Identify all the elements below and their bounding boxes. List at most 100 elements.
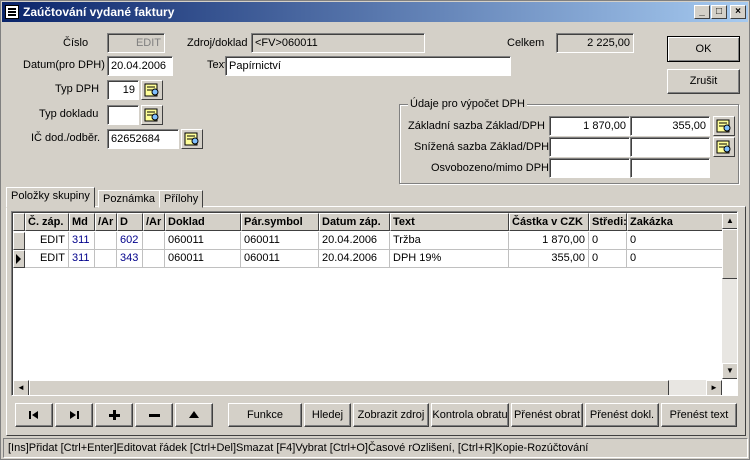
row-indicator <box>13 232 25 250</box>
tab-polozky[interactable]: Položky skupiny <box>6 187 95 208</box>
tab-poznamka-label: Poznámka <box>103 193 155 205</box>
cancel-button[interactable]: Zrušit <box>667 69 740 94</box>
osvobozeno-zaklad-field[interactable] <box>549 158 630 178</box>
first-record-button[interactable] <box>15 403 53 427</box>
snizena-calc-button[interactable] <box>713 137 735 157</box>
celkem-field: 2 225,00 <box>556 33 634 53</box>
funkce-button[interactable]: Funkce <box>228 403 302 427</box>
lookup-icon <box>716 119 731 133</box>
zobrazit-zdroj-button[interactable]: Zobrazit zdroj <box>353 403 429 427</box>
cell-czap: EDIT <box>25 250 69 268</box>
typ-dph-picker-button[interactable] <box>141 80 163 100</box>
cell-doklad: 060011 <box>165 232 241 250</box>
zakladni-calc-button[interactable] <box>713 116 735 136</box>
ic-field[interactable]: 62652684 <box>107 129 179 149</box>
add-row-button[interactable] <box>95 403 133 427</box>
cislo-field[interactable]: EDIT <box>107 33 165 53</box>
cell-ar1 <box>95 250 117 268</box>
cell-md: 311 <box>69 232 95 250</box>
vertical-scroll-thumb[interactable] <box>722 229 737 279</box>
cell-stredisko: 0 <box>589 232 627 250</box>
main-window: Zaúčtování vydané faktury _ □ × Číslo ED… <box>0 0 750 460</box>
snizena-dph-field[interactable] <box>630 137 710 157</box>
typ-dph-label: Typ DPH <box>55 83 100 95</box>
cell-datum: 20.04.2006 <box>319 250 390 268</box>
funkce-label: Funkce <box>246 409 284 421</box>
cell-d: 602 <box>117 232 143 250</box>
datum-field[interactable]: 20.04.2006 <box>107 56 173 76</box>
scroll-right-button[interactable]: ► <box>706 380 722 395</box>
typ-dokladu-label: Typ dokladu <box>39 108 99 120</box>
row-indicator-header <box>13 213 25 231</box>
title-bar: Zaúčtování vydané faktury _ □ × <box>2 2 748 22</box>
typ-dokladu-field[interactable] <box>107 105 139 125</box>
prenest-text-button[interactable]: Přenést text <box>661 403 737 427</box>
col-castka[interactable]: Částka v CZK <box>509 213 589 231</box>
hledej-button[interactable]: Hledej <box>304 403 351 427</box>
col-doklad[interactable]: Doklad <box>165 213 241 231</box>
ok-button[interactable]: OK <box>667 36 740 62</box>
scroll-down-button[interactable]: ▼ <box>722 363 737 379</box>
table-row[interactable]: EDIT 311 343 060011 060011 20.04.2006 DP… <box>13 250 723 268</box>
tab-poznamka[interactable]: Poznámka <box>98 190 160 208</box>
prenest-dokl-button[interactable]: Přenést dokl. <box>585 403 659 427</box>
hledej-label: Hledej <box>311 409 344 421</box>
text-field[interactable]: Papírnictví <box>225 56 511 76</box>
osvobozeno-dph-field[interactable] <box>630 158 710 178</box>
cell-doklad: 060011 <box>165 250 241 268</box>
cell-text: DPH 19% <box>390 250 509 268</box>
col-ar1[interactable]: /Ar <box>95 213 117 231</box>
kontrola-obratu-button[interactable]: Kontrola obratu <box>431 403 509 427</box>
zakladni-zaklad-field[interactable]: 1 870,00 <box>549 116 630 136</box>
horizontal-scrollbar[interactable]: ◄ ► <box>13 380 722 395</box>
kontrola-obratu-label: Kontrola obratu <box>432 409 508 421</box>
current-row-indicator <box>13 250 25 268</box>
move-up-button[interactable] <box>175 403 213 427</box>
window-title: Zaúčtování vydané faktury <box>23 5 175 19</box>
prenest-text-label: Přenést text <box>669 409 729 421</box>
typ-dph-field[interactable]: 19 <box>107 80 139 100</box>
dph-group-title: Údaje pro výpočet DPH <box>408 98 527 110</box>
col-stredisko[interactable]: Středi: <box>589 213 627 231</box>
typ-dokladu-picker-button[interactable] <box>141 105 163 125</box>
lookup-icon <box>144 83 159 97</box>
status-bar: [Ins]Přidat [Ctrl+Enter]Editovat řádek [… <box>3 438 748 458</box>
ic-picker-button[interactable] <box>181 129 203 149</box>
scroll-left-button[interactable]: ◄ <box>13 380 29 395</box>
close-button[interactable]: × <box>730 5 746 19</box>
cell-par-symbol: 060011 <box>241 250 319 268</box>
cell-stredisko: 0 <box>589 250 627 268</box>
tab-prilohy-label: Přílohy <box>164 193 199 205</box>
entries-grid[interactable]: Č. záp. Md /Ar D /Ar Doklad Pár.symbol D… <box>11 211 738 396</box>
cell-zakazka: 0 <box>627 250 723 268</box>
col-d[interactable]: D <box>117 213 143 231</box>
maximize-button[interactable]: □ <box>711 5 727 19</box>
zakladni-label: Základní sazba Základ/DPH <box>408 120 545 132</box>
col-par-symbol[interactable]: Pár.symbol <box>241 213 319 231</box>
horizontal-scroll-thumb[interactable] <box>29 380 669 395</box>
col-ar2[interactable]: /Ar <box>143 213 165 231</box>
zdroj-field[interactable]: <FV>060011 <box>251 33 425 53</box>
grid-header: Č. záp. Md /Ar D /Ar Doklad Pár.symbol D… <box>13 213 723 231</box>
minimize-button[interactable]: _ <box>694 5 710 19</box>
cell-ar2 <box>143 232 165 250</box>
last-record-button[interactable] <box>55 403 93 427</box>
vertical-scrollbar[interactable]: ▲ ▼ <box>722 213 737 379</box>
col-zakazka[interactable]: Zakázka <box>627 213 723 231</box>
app-icon <box>5 5 19 19</box>
snizena-zaklad-field[interactable] <box>549 137 630 157</box>
zakladni-dph-field[interactable]: 355,00 <box>630 116 710 136</box>
cell-castka: 1 870,00 <box>509 232 589 250</box>
prenest-obrat-button[interactable]: Přenést obrat <box>511 403 583 427</box>
delete-row-button[interactable] <box>135 403 173 427</box>
col-datum[interactable]: Datum záp. <box>319 213 390 231</box>
scroll-up-button[interactable]: ▲ <box>722 213 737 229</box>
cell-par-symbol: 060011 <box>241 232 319 250</box>
cell-d: 343 <box>117 250 143 268</box>
table-row[interactable]: EDIT 311 602 060011 060011 20.04.2006 Tr… <box>13 232 723 250</box>
cislo-label: Číslo <box>63 37 89 49</box>
col-czap[interactable]: Č. záp. <box>25 213 69 231</box>
col-text[interactable]: Text <box>390 213 509 231</box>
col-md[interactable]: Md <box>69 213 95 231</box>
tab-prilohy[interactable]: Přílohy <box>159 190 204 208</box>
